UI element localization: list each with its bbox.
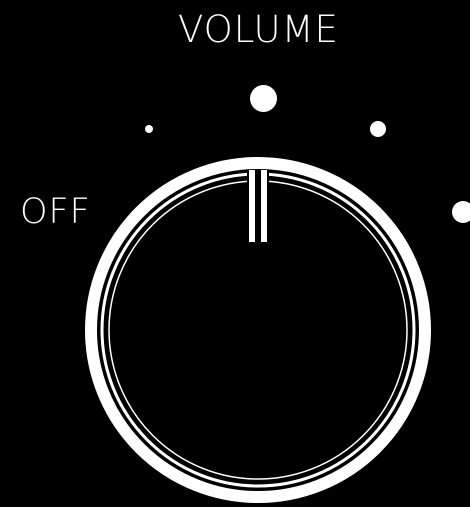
knob-inner-ring [108,180,408,480]
knob-middle-ring [100,172,416,488]
knob-pointer-icon [247,170,269,242]
volume-knob[interactable] [0,0,470,507]
knob-outer-ring [85,157,431,503]
